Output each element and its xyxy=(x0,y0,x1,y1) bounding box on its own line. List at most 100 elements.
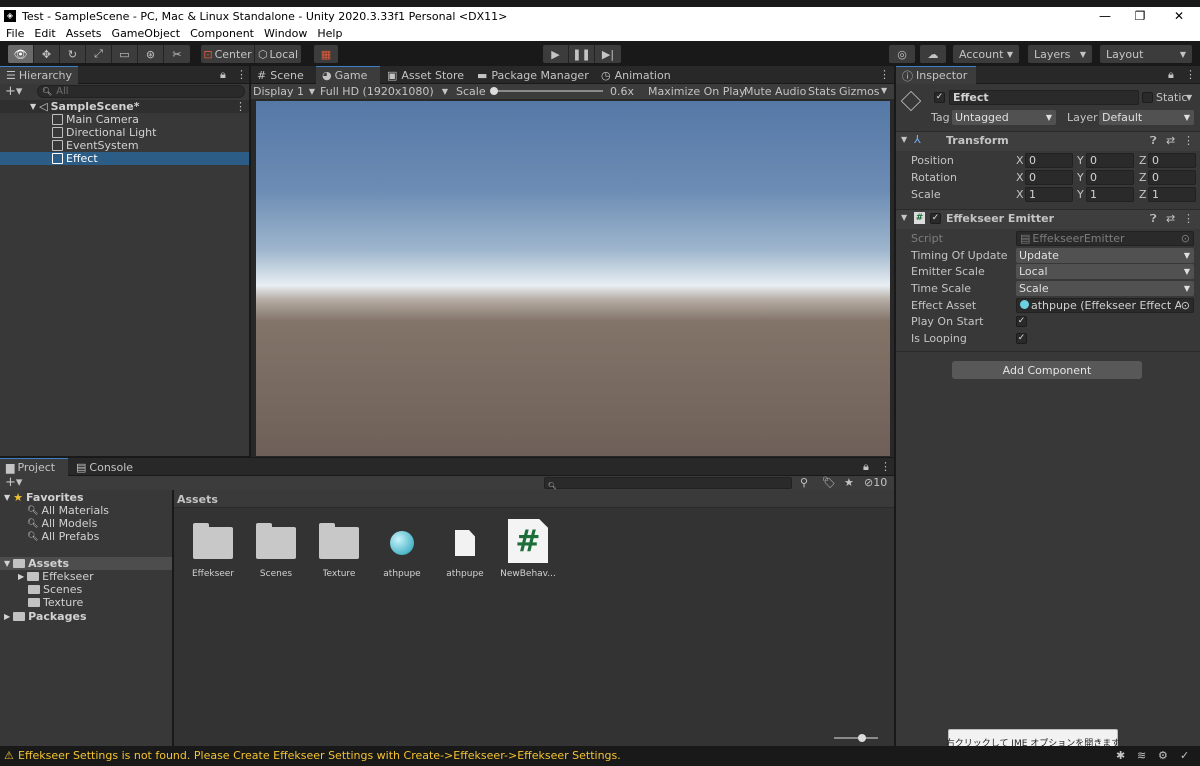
view-tool-icon[interactable]: 👁 xyxy=(8,45,34,63)
menu-assets[interactable]: Assets xyxy=(66,27,102,40)
kebab-menu-icon[interactable]: ⋮ xyxy=(879,68,890,81)
scale-z-field[interactable]: 1 xyxy=(1148,187,1196,202)
stats-toggle[interactable]: Stats xyxy=(808,85,836,98)
maximize-icon[interactable]: ❐ xyxy=(1121,7,1159,25)
menu-edit[interactable]: Edit xyxy=(34,27,55,40)
menu-gameobject[interactable]: GameObject xyxy=(112,27,181,40)
asset-effekseer[interactable]: Effekseer xyxy=(183,523,243,579)
scale-tool-icon[interactable]: ⤢ xyxy=(86,45,112,63)
tab-inspector[interactable]: ⓘ Inspector xyxy=(896,66,976,84)
layer-dropdown[interactable]: Default ▼ xyxy=(1099,110,1194,125)
hierarchy-item-directional-light[interactable]: Directional Light xyxy=(52,126,156,139)
asset-athpupe-file[interactable]: athpupe xyxy=(435,523,495,579)
tab-game[interactable]: ◕ Game xyxy=(316,66,380,84)
minimize-icon[interactable]: — xyxy=(1086,7,1124,25)
effect-asset-field[interactable]: athpupe (Effekseer Effect Asset⊙ xyxy=(1016,298,1194,313)
static-checkbox[interactable] xyxy=(1142,92,1153,103)
pivot-local-button[interactable]: ⬡ Local xyxy=(255,45,301,63)
object-name-field[interactable]: Effect xyxy=(949,90,1139,105)
hidden-packages-toggle[interactable]: ⊘10 xyxy=(864,476,887,489)
time-scale-dropdown[interactable]: Scale ▼ xyxy=(1016,281,1194,296)
kebab-menu-icon[interactable]: ⋮ xyxy=(1183,212,1194,225)
hierarchy-item-eventsystem[interactable]: EventSystem xyxy=(52,139,139,152)
active-checkbox[interactable]: ✓ xyxy=(934,92,945,103)
label-icon[interactable]: 🏷︎ xyxy=(822,476,836,489)
scale-x-field[interactable]: 1 xyxy=(1025,187,1073,202)
kebab-menu-icon[interactable]: ⋮ xyxy=(1185,68,1196,81)
display-dropdown[interactable]: Display 1 ▼ xyxy=(253,84,315,99)
lock-icon[interactable]: 🔒︎ xyxy=(863,460,869,474)
kebab-menu-icon[interactable]: ⋮ xyxy=(236,68,247,81)
status-message[interactable]: Effekseer Settings is not found. Please … xyxy=(18,749,621,762)
rect-tool-icon[interactable]: ▭ xyxy=(112,45,138,63)
preset-icon[interactable]: ⇄ xyxy=(1166,134,1175,147)
custom-tool-icon[interactable]: ✂ xyxy=(164,45,190,63)
menu-component[interactable]: Component xyxy=(190,27,254,40)
filter-type-icon[interactable]: ⚲ xyxy=(800,476,808,489)
asset-scenes[interactable]: Scenes xyxy=(246,523,306,579)
folder-effekseer[interactable]: ▶ Effekseer xyxy=(18,570,94,583)
mute-audio-toggle[interactable]: Mute Audio xyxy=(744,85,806,98)
asset-texture[interactable]: Texture xyxy=(309,523,369,579)
account-dropdown[interactable]: Account ▼ xyxy=(953,45,1019,63)
tab-hierarchy[interactable]: ☰ Hierarchy xyxy=(0,66,78,84)
check-circle-icon[interactable]: ✓ xyxy=(1180,749,1189,762)
step-icon[interactable]: ▶| xyxy=(595,45,621,63)
star-icon[interactable]: ★ xyxy=(844,476,854,489)
position-x-field[interactable]: 0 xyxy=(1025,153,1073,168)
scale-slider-thumb[interactable] xyxy=(490,87,498,95)
rotation-z-field[interactable]: 0 xyxy=(1148,170,1196,185)
play-on-start-checkbox[interactable]: ✓ xyxy=(1016,316,1027,327)
asset-newbehaviour-script[interactable]: # NewBehav... xyxy=(498,519,558,579)
kebab-menu-icon[interactable]: ⋮ xyxy=(1183,134,1194,147)
tab-animation[interactable]: ◷ Animation xyxy=(595,66,677,84)
layers-dropdown[interactable]: Layers ▼ xyxy=(1028,45,1092,63)
tag-dropdown[interactable]: Untagged ▼ xyxy=(952,110,1056,125)
tab-asset-store[interactable]: ▣ Asset Store xyxy=(381,66,470,84)
move-tool-icon[interactable]: ✥ xyxy=(34,45,60,63)
pivot-center-button[interactable]: ⊡ Center xyxy=(201,45,255,63)
expand-arrow-icon[interactable]: ▼ xyxy=(901,135,907,144)
rotation-y-field[interactable]: 0 xyxy=(1086,170,1134,185)
pause-icon[interactable]: ❚❚ xyxy=(569,45,595,63)
network-icon[interactable]: ⚙ xyxy=(1158,749,1168,762)
menu-file[interactable]: File xyxy=(6,27,24,40)
maximize-on-play-toggle[interactable]: Maximize On Play xyxy=(648,85,746,98)
hierarchy-item-effect[interactable]: Effect xyxy=(52,152,98,165)
game-viewport[interactable] xyxy=(256,101,890,456)
add-component-button[interactable]: Add Component xyxy=(952,361,1142,379)
rotation-x-field[interactable]: 0 xyxy=(1025,170,1073,185)
chevron-down-icon[interactable]: ▼ xyxy=(881,86,887,95)
expand-arrow-icon[interactable]: ▼ xyxy=(901,213,907,222)
favorite-all-prefabs[interactable]: 🔍︎ All Prefabs xyxy=(27,530,99,543)
collab-icon[interactable]: ◎ xyxy=(889,45,915,63)
selected-row[interactable] xyxy=(0,152,249,165)
lock-icon[interactable]: 🔒︎ xyxy=(220,68,226,82)
rotate-tool-icon[interactable]: ↻ xyxy=(60,45,86,63)
kebab-menu-icon[interactable]: ⋮ xyxy=(880,460,891,473)
help-icon[interactable]: ❓︎ xyxy=(1150,212,1157,226)
cloud-icon[interactable]: ☁ xyxy=(920,45,946,63)
layout-dropdown[interactable]: Layout ▼ xyxy=(1100,45,1192,63)
menu-window[interactable]: Window xyxy=(264,27,307,40)
position-z-field[interactable]: 0 xyxy=(1148,153,1196,168)
chevron-down-icon[interactable]: ▼ xyxy=(1186,93,1192,102)
menu-help[interactable]: Help xyxy=(317,27,342,40)
add-icon[interactable]: +▾ xyxy=(5,475,22,490)
favorite-all-materials[interactable]: 🔍︎ All Materials xyxy=(27,504,109,517)
timing-dropdown[interactable]: Update ▼ xyxy=(1016,248,1194,263)
play-icon[interactable]: ▶ xyxy=(543,45,569,63)
hierarchy-search[interactable]: 🔍︎ All xyxy=(37,85,245,98)
tab-scene[interactable]: # Scene xyxy=(251,66,310,84)
asset-athpupe-effect[interactable]: athpupe xyxy=(372,523,432,579)
tab-package-manager[interactable]: ▬ Package Manager xyxy=(471,66,595,84)
project-search[interactable]: 🔍︎ xyxy=(544,477,792,490)
folder-scenes[interactable]: Scenes xyxy=(28,583,82,596)
packages-item[interactable]: ▶ Packages xyxy=(4,610,87,623)
emitter-scale-dropdown[interactable]: Local ▼ xyxy=(1016,264,1194,279)
layers-icon[interactable]: ≋ xyxy=(1137,749,1146,762)
emitter-enabled-checkbox[interactable]: ✓ xyxy=(930,213,941,224)
tab-project[interactable]: ▆ Project xyxy=(0,458,68,476)
grid-snap-button[interactable]: ▦ xyxy=(314,45,338,63)
hierarchy-item-main-camera[interactable]: Main Camera xyxy=(52,113,139,126)
